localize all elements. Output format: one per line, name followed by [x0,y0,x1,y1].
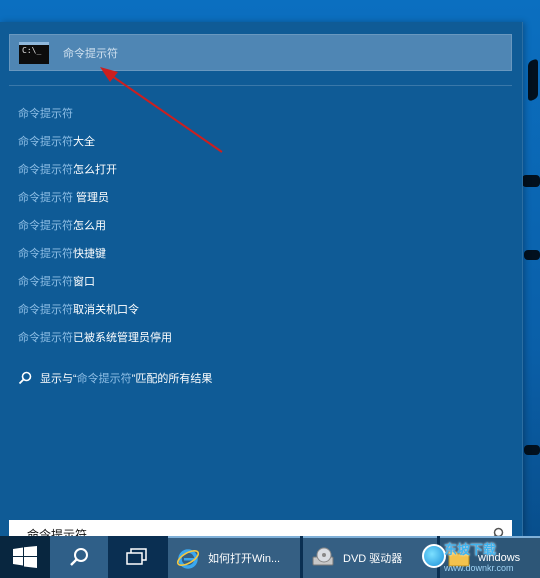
suggestion-item[interactable]: 命令提示符 大全 [18,134,508,162]
taskbar-search-button[interactable] [50,536,108,578]
start-search-panel: C:\_ 命令提示符 命令提示符 命令提示符 大全 命令提示符 怎么打开 命令提示符… [0,22,523,548]
suggestion-suffix: 已被系统管理员停用 [73,332,172,344]
show-all-results-link[interactable]: 显示与“ 命令提示符 ”匹配的所有结果 [18,370,212,386]
suggestion-highlight: 命令提示符 [18,304,73,316]
watermark-text: 东坡下载 [444,542,497,557]
taskbar-dvd-label: DVD 驱动器 [343,553,403,565]
suggestion-suffix: 快捷键 [73,248,106,260]
suggestion-suffix: 取消关机口令 [73,304,139,316]
wallpaper-stroke [524,445,540,455]
watermark-logo-icon [422,544,446,568]
suggestion-item[interactable]: 命令提示符 快捷键 [18,246,508,274]
site-watermark: 东坡下载 www.downkr.com [418,536,540,578]
search-icon [70,548,88,566]
best-match-command-prompt[interactable]: C:\_ 命令提示符 [9,34,512,71]
show-all-highlight: 命令提示符 [76,373,132,385]
suggestion-suffix: 怎么打开 [73,164,117,176]
show-all-prefix: 显示与“ [40,373,77,385]
windows-logo-icon [13,546,37,568]
command-prompt-icon: C:\_ [19,41,49,64]
suggestion-highlight: 命令提示符 [18,332,73,344]
suggestion-item[interactable]: 命令提示符 取消关机口令 [18,302,508,330]
suggestion-item[interactable]: 命令提示符 管理员 [18,190,508,218]
suggestion-suffix: 大全 [73,136,95,148]
suggestion-highlight: 命令提示符 [18,220,73,232]
suggestion-suffix: 怎么用 [73,220,106,232]
suggestion-highlight: 命令提示符 [18,248,73,260]
internet-explorer-icon [176,549,200,569]
taskbar-dvd-window[interactable]: DVD 驱动器 [303,536,437,578]
task-view-icon [126,548,147,565]
suggestion-item[interactable]: 命令提示符 [18,106,508,134]
wallpaper-stroke [522,175,540,187]
results-divider [9,85,512,86]
suggestion-item[interactable]: 命令提示符 窗口 [18,274,508,302]
suggestion-item[interactable]: 命令提示符 怎么打开 [18,162,508,190]
best-match-label: 命令提示符 [63,47,118,60]
dvd-drive-icon [312,547,334,566]
suggestion-item[interactable]: 命令提示符 已被系统管理员停用 [18,330,508,358]
wallpaper-stroke [528,58,538,102]
suggestion-highlight: 命令提示符 [18,136,73,148]
suggestion-list: 命令提示符 命令提示符 大全 命令提示符 怎么打开 命令提示符 管理员 命令提示符怎… [18,106,508,358]
taskbar-ie-window[interactable]: 如何打开Win... [168,536,300,578]
show-all-suffix: ”匹配的所有结果 [131,373,213,385]
suggestion-suffix: 窗口 [73,276,95,288]
suggestion-item[interactable]: 命令提示符 怎么用 [18,218,508,246]
wallpaper-stroke [524,250,540,260]
task-view-button[interactable] [108,536,166,578]
command-prompt-icon-text: C:\_ [22,45,42,55]
watermark-url: www.downkr.com [444,563,514,573]
suggestion-highlight: 命令提示符 [18,276,73,288]
suggestion-highlight: 命令提示符 [18,164,73,176]
suggestion-highlight: 命令提示符 [18,108,73,120]
start-button[interactable] [0,536,50,578]
taskbar-ie-label: 如何打开Win... [208,553,281,565]
suggestion-highlight: 命令提示符 [18,192,73,204]
search-icon [18,371,32,385]
suggestion-suffix: 管理员 [73,192,110,204]
